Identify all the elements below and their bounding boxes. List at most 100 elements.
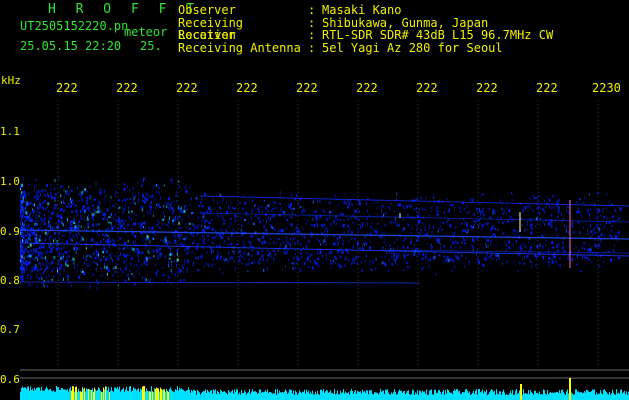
level-bar <box>348 392 349 400</box>
noise-speck <box>147 198 149 201</box>
noise-speck <box>67 278 69 281</box>
noise-speck <box>259 220 261 224</box>
level-bar <box>173 391 174 400</box>
noise-speck <box>387 206 389 208</box>
noise-speck <box>20 188 21 191</box>
noise-speck <box>155 207 157 211</box>
level-bar <box>198 391 199 400</box>
noise-speck <box>436 213 439 217</box>
noise-speck <box>143 226 145 229</box>
noise-speck <box>45 259 48 263</box>
noise-speck <box>293 263 295 266</box>
noise-speck <box>223 258 225 261</box>
noise-speck <box>33 196 36 199</box>
level-bar <box>161 389 162 400</box>
noise-speck <box>301 256 303 259</box>
noise-speck <box>375 257 377 261</box>
noise-speck <box>567 257 569 261</box>
noise-speck <box>408 204 411 208</box>
level-bar <box>438 390 439 400</box>
level-bar <box>134 388 135 400</box>
noise-speck <box>465 222 468 226</box>
level-bar <box>273 393 274 400</box>
level-bar <box>360 391 361 400</box>
noise-speck <box>583 241 586 245</box>
noise-speck <box>598 265 601 268</box>
noise-speck <box>300 249 302 253</box>
noise-speck <box>396 192 398 196</box>
noise-speck <box>415 247 417 250</box>
noise-speck <box>124 204 126 208</box>
noise-speck <box>176 190 178 194</box>
noise-speck <box>194 256 197 259</box>
level-bar <box>279 390 280 400</box>
noise-speck <box>381 204 384 208</box>
noise-speck <box>343 219 345 222</box>
noise-speck <box>42 201 45 204</box>
noise-speck <box>571 258 574 262</box>
noise-speck <box>203 239 205 243</box>
noise-speck <box>466 211 468 214</box>
noise-speck <box>597 225 599 228</box>
level-bar <box>116 388 117 400</box>
x-tick-label: 222 <box>416 81 438 95</box>
level-bar <box>324 393 325 400</box>
level-bar <box>153 392 154 400</box>
noise-speck <box>50 235 52 239</box>
noise-speck <box>35 265 37 269</box>
noise-speck <box>84 258 87 261</box>
noise-speck <box>117 219 120 223</box>
noise-speck <box>566 229 568 233</box>
level-bar <box>384 393 385 400</box>
noise-speck <box>559 206 560 209</box>
noise-speck <box>488 256 490 259</box>
level-bar <box>192 391 193 400</box>
noise-speck <box>233 260 235 263</box>
noise-speck <box>398 223 400 226</box>
noise-speck <box>151 195 153 199</box>
noise-speck <box>389 206 390 210</box>
level-bar <box>618 392 619 400</box>
noise-speck <box>211 263 213 267</box>
noise-speck <box>360 226 362 230</box>
noise-speck <box>75 241 78 244</box>
level-bar <box>335 394 336 400</box>
level-bar <box>355 390 356 400</box>
noise-speck <box>71 210 74 213</box>
noise-speck <box>293 256 294 260</box>
noise-speck <box>20 261 23 265</box>
noise-speck <box>267 216 269 220</box>
level-bar <box>189 389 190 400</box>
noise-speck <box>615 231 617 234</box>
noise-speck <box>169 203 172 207</box>
level-bar <box>517 394 518 400</box>
noise-speck <box>269 217 271 221</box>
level-bar <box>490 390 491 400</box>
noise-speck <box>108 227 110 231</box>
noise-speck <box>187 191 189 194</box>
noise-speck <box>144 197 147 201</box>
noise-speck <box>283 240 285 244</box>
noise-speck <box>44 238 46 242</box>
noise-speck <box>242 255 244 258</box>
noise-speck <box>384 238 386 241</box>
noise-speck <box>56 213 59 217</box>
level-bar <box>241 389 242 400</box>
noise-speck <box>286 251 288 255</box>
noise-speck <box>31 266 34 269</box>
noise-speck <box>106 267 109 271</box>
y-tick-label: 0.8 <box>0 274 20 287</box>
noise-speck <box>48 219 50 222</box>
noise-speck <box>533 197 535 200</box>
noise-speck <box>203 216 205 220</box>
noise-speck <box>38 247 41 250</box>
level-bar <box>264 391 265 400</box>
noise-speck <box>27 226 29 229</box>
noise-speck <box>430 246 433 250</box>
noise-speck <box>180 206 182 210</box>
noise-speck <box>94 241 96 244</box>
noise-speck <box>103 197 105 201</box>
level-bar <box>572 393 573 400</box>
noise-speck <box>336 239 338 243</box>
noise-speck <box>310 235 312 238</box>
